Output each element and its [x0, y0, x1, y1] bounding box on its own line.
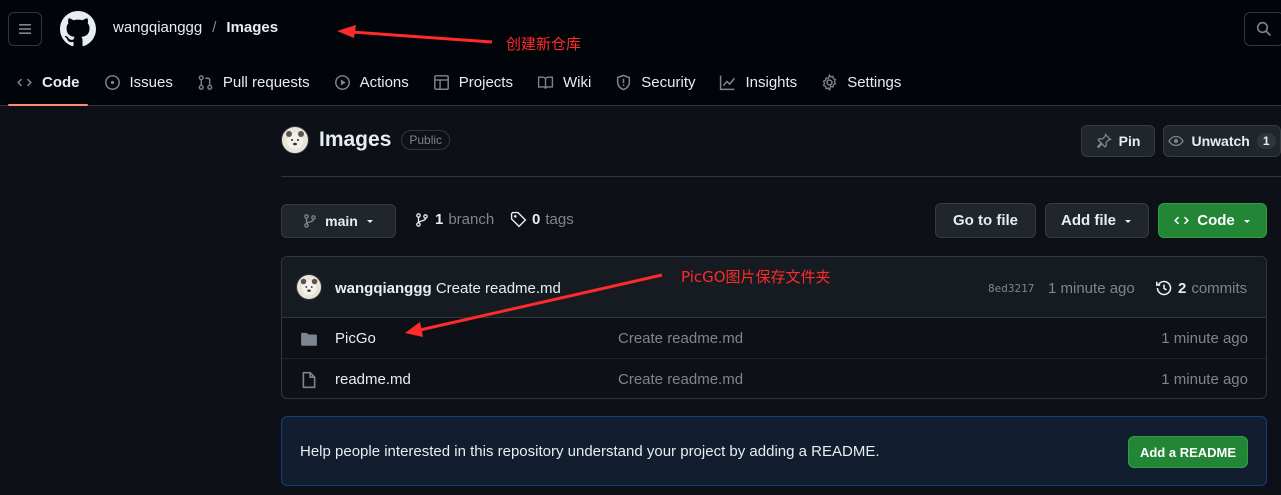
file-icon [302, 371, 316, 389]
branch-icon [416, 212, 428, 227]
graph-icon [720, 75, 736, 90]
pin-icon [1096, 133, 1112, 149]
tab-label: Wiki [562, 73, 592, 91]
avatar[interactable] [281, 126, 309, 154]
tab-label: Pull requests [222, 73, 310, 91]
tab-label: Actions [359, 73, 409, 91]
search-button[interactable] [1244, 12, 1281, 46]
tab-actions[interactable]: Actions [326, 62, 417, 102]
readme-prompt: Help people interested in this repositor… [281, 416, 1267, 486]
pull-request-icon [198, 74, 213, 90]
commit-time: 1 minute ago [1048, 280, 1135, 297]
tag-count: 0 [532, 211, 541, 228]
breadcrumb-owner-link[interactable]: wangqianggg [113, 19, 202, 36]
commit-summary: wangqianggg Create readme.md [335, 280, 561, 297]
tag-icon [510, 211, 527, 228]
code-icon [17, 78, 32, 86]
gear-icon [822, 73, 837, 91]
code-icon [1174, 216, 1190, 225]
go-to-file-label: Go to file [953, 212, 1018, 229]
tab-wiki[interactable]: Wiki [529, 62, 599, 102]
tab-label: Code [42, 73, 80, 91]
file-name[interactable]: readme.md [335, 371, 411, 388]
shield-icon [617, 74, 631, 90]
hamburger-icon [19, 24, 31, 34]
code-button-label: Code [1197, 212, 1235, 229]
tab-label: Settings [847, 73, 902, 91]
menu-button[interactable] [8, 12, 42, 46]
go-to-file-button[interactable]: Go to file [935, 203, 1036, 238]
tab-label: Security [641, 73, 696, 91]
bear-avatar-icon [286, 131, 304, 149]
file-name[interactable]: PicGo [335, 330, 376, 347]
bear-avatar-icon [300, 278, 318, 296]
repo-nav-tabs: Code Issues Pull requests Actions Projec… [0, 62, 909, 106]
code-dropdown-button[interactable]: Code [1158, 203, 1267, 238]
tag-count-link[interactable]: 0 tags [510, 211, 574, 228]
repo-title[interactable]: Images [319, 128, 391, 152]
history-icon [1156, 280, 1172, 296]
caret-down-icon [366, 220, 373, 223]
annotation-picgo-folder: PicGO图片保存文件夹 [681, 268, 831, 286]
commit-word: commits [1191, 279, 1248, 297]
branch-select-button[interactable]: main [281, 204, 396, 238]
commit-count: 2 [1178, 279, 1187, 297]
caret-down-icon [1125, 219, 1131, 223]
tab-pull-requests[interactable]: Pull requests [189, 62, 318, 102]
add-readme-button[interactable]: Add a README [1128, 436, 1248, 468]
add-file-button[interactable]: Add file [1045, 203, 1149, 238]
file-time: 1 minute ago [1161, 330, 1248, 347]
issue-icon [104, 74, 120, 90]
pin-button[interactable]: Pin [1081, 125, 1155, 157]
top-header: wangqianggg / Images Code Issues Pull re… [0, 0, 1281, 106]
unwatch-button[interactable]: Unwatch 1 [1163, 125, 1281, 157]
watch-count: 1 [1256, 133, 1276, 149]
commit-author[interactable]: wangqianggg [335, 280, 432, 297]
commits-link[interactable]: 2 commits [1155, 279, 1247, 297]
play-icon [334, 74, 350, 90]
readme-prompt-text: Help people interested in this repositor… [300, 443, 880, 460]
eye-icon [1168, 135, 1185, 147]
unwatch-label: Unwatch [1191, 133, 1250, 149]
file-time: 1 minute ago [1161, 371, 1248, 388]
tab-security[interactable]: Security [607, 62, 703, 102]
tab-label: Issues [129, 73, 173, 91]
table-icon [433, 74, 449, 90]
header-divider [281, 176, 1281, 177]
tab-code[interactable]: Code [8, 62, 88, 106]
branch-count: 1 [435, 211, 444, 228]
breadcrumb-separator: / [212, 19, 217, 36]
search-icon [1256, 21, 1272, 37]
branch-word: branch [448, 211, 495, 228]
add-file-label: Add file [1061, 212, 1116, 229]
branch-count-link[interactable]: 1 branch [414, 211, 494, 228]
book-icon [537, 75, 554, 89]
tab-issues[interactable]: Issues [96, 62, 181, 102]
commit-sha[interactable]: 8ed3217 [988, 282, 1034, 295]
tab-label: Projects [458, 73, 513, 91]
commit-message[interactable]: Create readme.md [436, 280, 561, 297]
github-logo-icon[interactable] [60, 11, 96, 47]
tag-word: tags [545, 211, 574, 228]
branch-icon [304, 214, 317, 228]
file-row[interactable]: readme.md Create readme.md 1 minute ago [282, 359, 1266, 398]
file-commit-message[interactable]: Create readme.md [618, 330, 743, 347]
caret-down-icon [1243, 219, 1250, 223]
commit-author-avatar[interactable] [296, 274, 322, 300]
file-commit-message[interactable]: Create readme.md [618, 371, 743, 388]
pin-label: Pin [1118, 133, 1141, 149]
tab-settings[interactable]: Settings [813, 62, 909, 102]
tab-insights[interactable]: Insights [711, 62, 805, 102]
annotation-create-repo: 创建新仓库 [506, 35, 582, 53]
tab-projects[interactable]: Projects [425, 62, 521, 102]
breadcrumb-repo-link[interactable]: Images [226, 19, 278, 36]
breadcrumb: wangqianggg / Images [113, 19, 278, 36]
repo-title-bar: Images Public [281, 126, 451, 154]
branch-name: main [325, 213, 358, 229]
tab-label: Insights [745, 73, 798, 91]
folder-icon [301, 332, 317, 346]
file-row[interactable]: PicGo Create readme.md 1 minute ago [282, 318, 1266, 359]
visibility-badge: Public [401, 130, 451, 150]
